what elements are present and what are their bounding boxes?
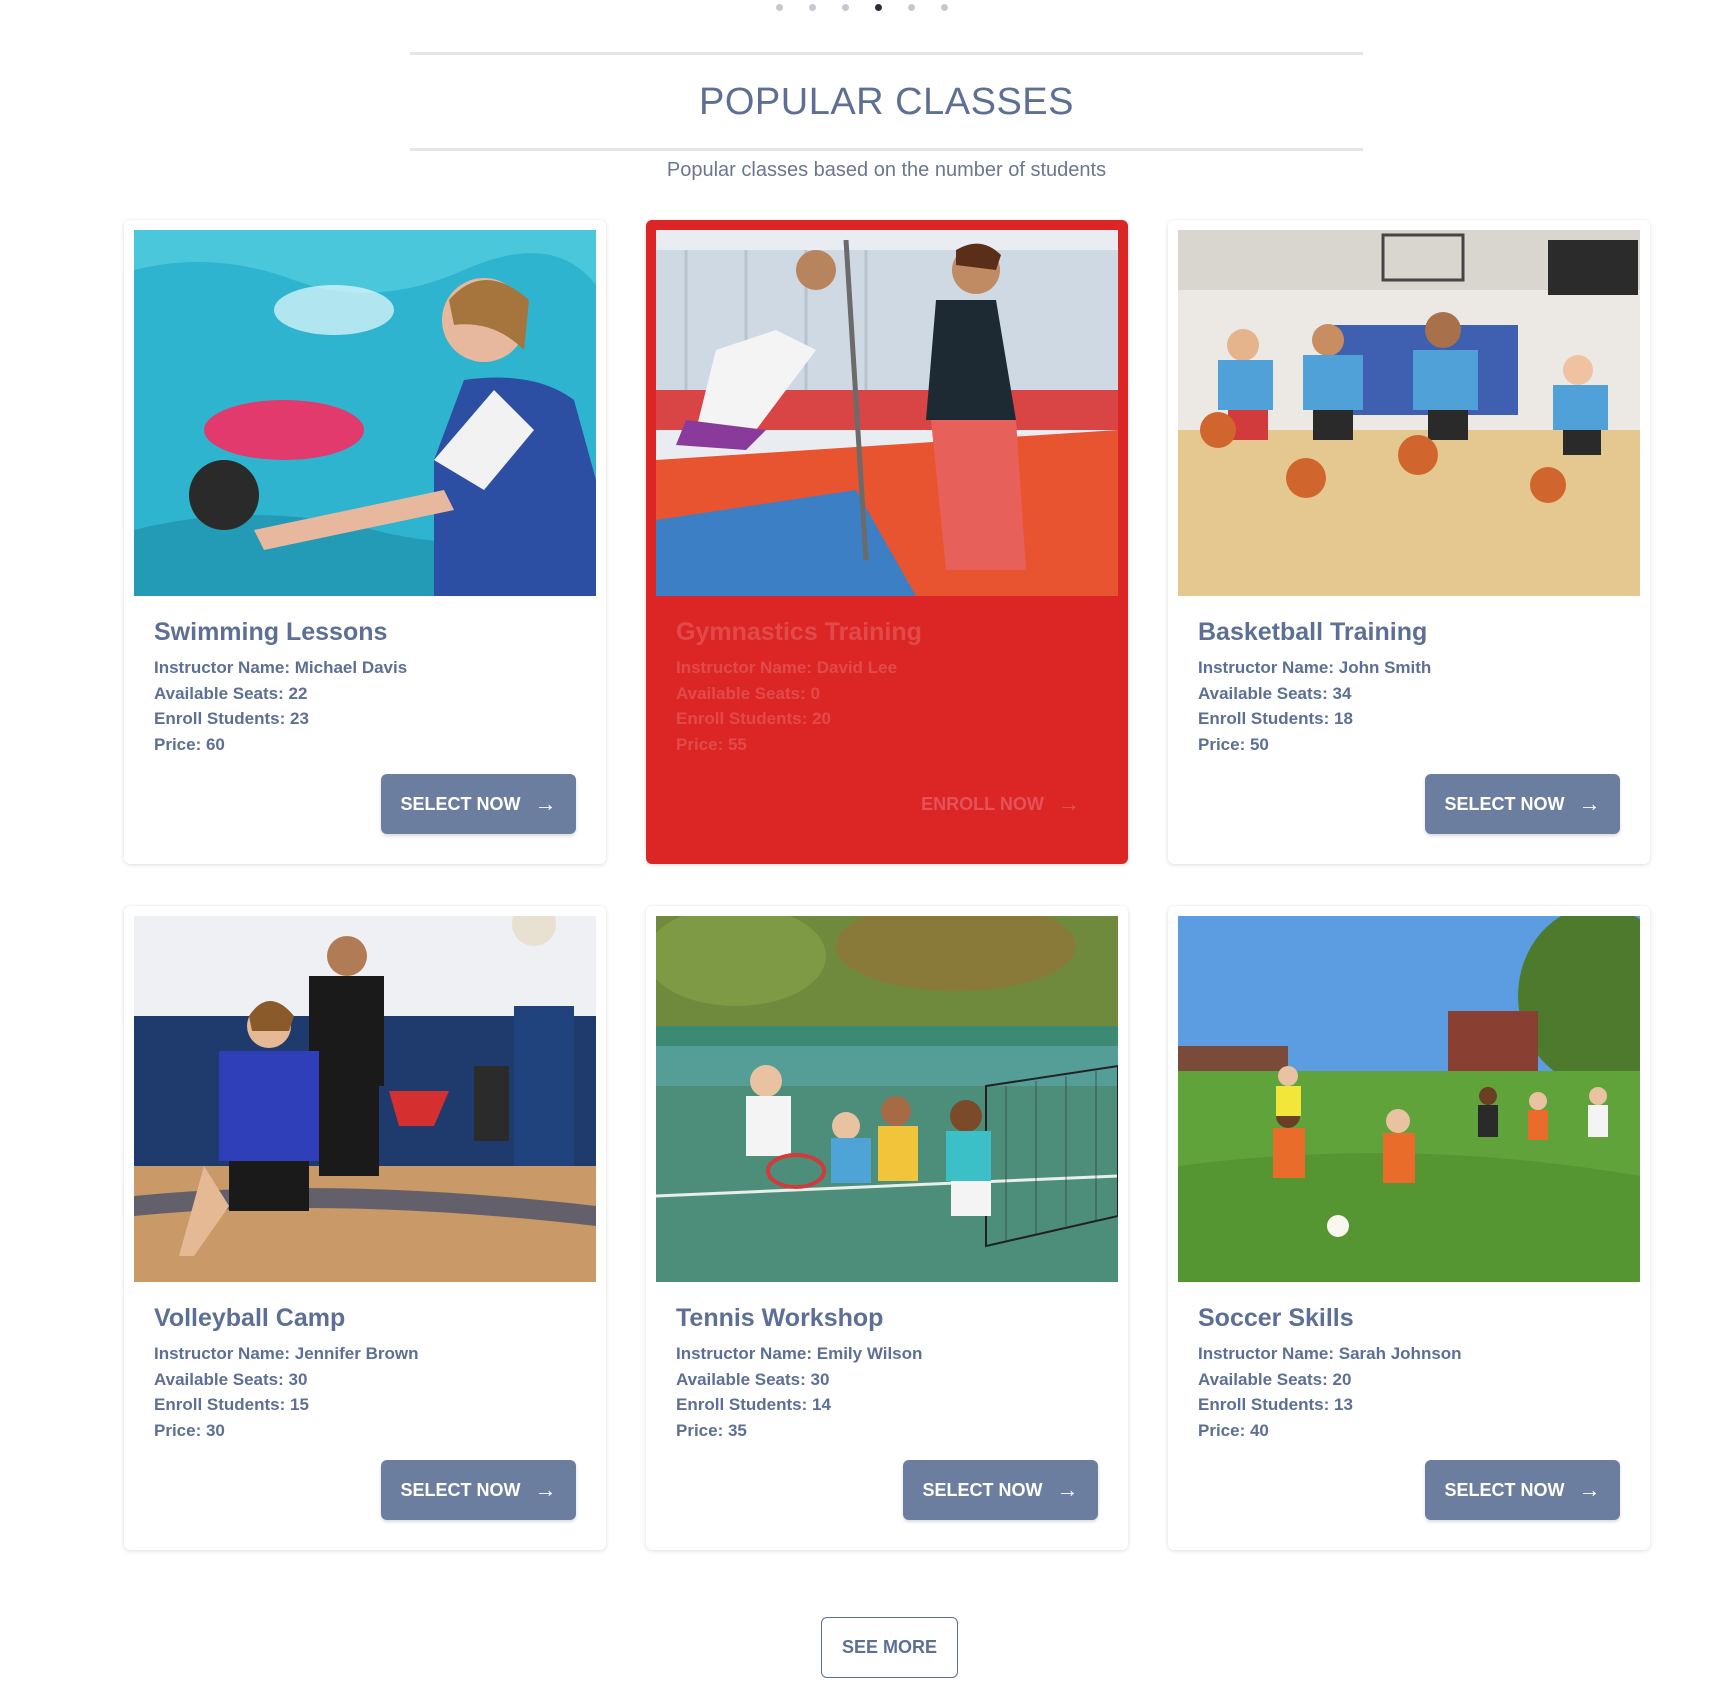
- class-name: Swimming Lessons: [154, 618, 388, 646]
- instructor-name: Instructor Name: David Lee: [676, 658, 898, 677]
- card-body: Swimming Lessons Instructor Name: Michae…: [134, 596, 596, 757]
- arrow-right-icon: →: [534, 1477, 557, 1502]
- class-cards-grid: Swimming Lessons Instructor Name: Michae…: [124, 220, 1650, 1550]
- class-card-full: Gymnastics Training Instructor Name: Dav…: [646, 220, 1128, 864]
- instructor-name: Instructor Name: Jennifer Brown: [154, 1344, 419, 1363]
- class-price: Price: 55: [676, 734, 747, 754]
- card-body: Volleyball Camp Instructor Name: Jennife…: [134, 1282, 596, 1443]
- arrow-right-icon: →: [1056, 1477, 1079, 1502]
- volleyball-photo: [134, 916, 596, 1282]
- section-subtitle: Popular classes based on the number of s…: [666, 159, 1107, 181]
- section-header: POPULAR CLASSES Popular classes based on…: [410, 52, 1363, 182]
- class-card: Volleyball Camp Instructor Name: Jennife…: [124, 906, 606, 1550]
- enrolled-students: Enroll Students: 18: [1198, 709, 1353, 728]
- carousel-dot[interactable]: [908, 4, 915, 11]
- class-name: Soccer Skills: [1198, 1304, 1354, 1332]
- arrow-right-icon: →: [1578, 791, 1601, 816]
- card-body: Basketball Training Instructor Name: Joh…: [1178, 596, 1640, 757]
- select-now-button[interactable]: SELECT NOW →: [903, 1460, 1098, 1520]
- button-label: SELECT NOW: [400, 1479, 521, 1500]
- enrolled-students: Enroll Students: 20: [676, 709, 831, 728]
- card-body: Gymnastics Training Instructor Name: Dav…: [656, 596, 1118, 757]
- carousel-dot[interactable]: [809, 4, 816, 11]
- button-label: SELECT NOW: [922, 1479, 1043, 1500]
- button-label: SELECT NOW: [400, 793, 521, 814]
- available-seats: Available Seats: 20: [1198, 1369, 1352, 1389]
- arrow-right-icon: →: [534, 791, 557, 816]
- available-seats: Available Seats: 0: [676, 683, 820, 703]
- soccer-photo: [1178, 916, 1640, 1282]
- class-name: Volleyball Camp: [154, 1304, 346, 1332]
- enroll-now-button[interactable]: ENROLL NOW →: [903, 774, 1098, 834]
- class-price: Price: 30: [154, 1420, 225, 1440]
- select-now-button[interactable]: SELECT NOW →: [381, 1460, 576, 1520]
- card-body: Tennis Workshop Instructor Name: Emily W…: [656, 1282, 1118, 1443]
- class-price: Price: 35: [676, 1420, 747, 1440]
- card-body: Soccer Skills Instructor Name: Sarah Joh…: [1178, 1282, 1640, 1443]
- carousel-dots: [0, 4, 1724, 16]
- button-label: ENROLL NOW: [921, 793, 1044, 814]
- class-card: Tennis Workshop Instructor Name: Emily W…: [646, 906, 1128, 1550]
- available-seats: Available Seats: 22: [154, 683, 308, 703]
- instructor-name: Instructor Name: Sarah Johnson: [1198, 1344, 1462, 1363]
- basketball-photo: [1178, 230, 1640, 596]
- available-seats: Available Seats: 30: [676, 1369, 830, 1389]
- class-name: Gymnastics Training: [676, 618, 922, 646]
- instructor-name: Instructor Name: Michael Davis: [154, 658, 408, 677]
- enrolled-students: Enroll Students: 15: [154, 1395, 309, 1414]
- see-more-button[interactable]: SEE MORE: [821, 1617, 958, 1678]
- class-name: Tennis Workshop: [676, 1304, 884, 1332]
- carousel-dot[interactable]: [776, 4, 783, 11]
- select-now-button[interactable]: SELECT NOW →: [381, 774, 576, 834]
- available-seats: Available Seats: 34: [1198, 683, 1352, 703]
- button-label: SELECT NOW: [1444, 1479, 1565, 1500]
- class-price: Price: 50: [1198, 734, 1269, 754]
- available-seats: Available Seats: 30: [154, 1369, 308, 1389]
- instructor-name: Instructor Name: Emily Wilson: [676, 1344, 923, 1363]
- enrolled-students: Enroll Students: 14: [676, 1395, 831, 1414]
- enrolled-students: Enroll Students: 13: [1198, 1395, 1353, 1414]
- popular-classes-page: POPULAR CLASSES Popular classes based on…: [0, 0, 1724, 1698]
- button-label: SELECT NOW: [1444, 793, 1565, 814]
- arrow-right-icon: →: [1578, 1477, 1601, 1502]
- class-price: Price: 40: [1198, 1420, 1269, 1440]
- carousel-dot[interactable]: [941, 4, 948, 11]
- instructor-name: Instructor Name: John Smith: [1198, 658, 1432, 677]
- tennis-photo: [656, 916, 1118, 1282]
- gymnastics-photo: [656, 230, 1118, 596]
- class-card: Swimming Lessons Instructor Name: Michae…: [124, 220, 606, 864]
- class-card: Soccer Skills Instructor Name: Sarah Joh…: [1168, 906, 1650, 1550]
- select-now-button[interactable]: SELECT NOW →: [1425, 774, 1620, 834]
- class-price: Price: 60: [154, 734, 225, 754]
- carousel-dot[interactable]: [842, 4, 849, 11]
- swimming-photo: [134, 230, 596, 596]
- section-title: POPULAR CLASSES: [699, 81, 1074, 123]
- arrow-right-icon: →: [1057, 791, 1080, 816]
- header-bottom-rule: [410, 148, 1363, 151]
- select-now-button[interactable]: SELECT NOW →: [1425, 1460, 1620, 1520]
- enrolled-students: Enroll Students: 23: [154, 709, 309, 728]
- carousel-dot-active[interactable]: [875, 4, 882, 11]
- class-name: Basketball Training: [1198, 618, 1428, 646]
- class-card: Basketball Training Instructor Name: Joh…: [1168, 220, 1650, 864]
